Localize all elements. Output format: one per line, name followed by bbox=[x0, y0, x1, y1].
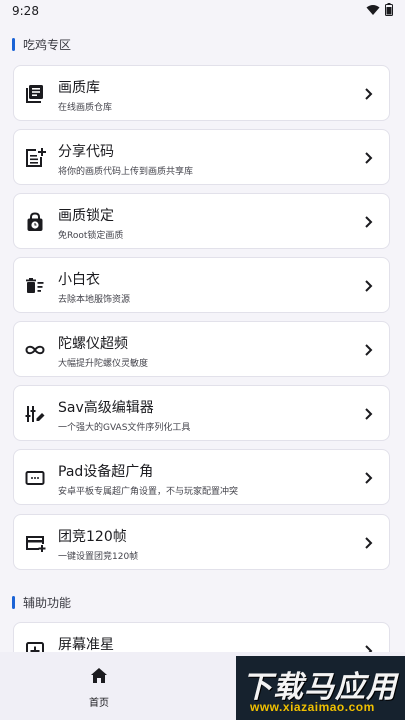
library-icon bbox=[24, 83, 46, 105]
section-header-game: 吃鸡专区 bbox=[12, 36, 71, 53]
card-description: 安卓平板专属超广角设置，不与玩家配置冲突 bbox=[58, 487, 239, 497]
section-header-assist: 辅助功能 bbox=[12, 594, 71, 611]
card-sav-editor[interactable]: Sav高级编辑器 一个强大的GVAS文件序列化工具 bbox=[13, 385, 390, 441]
card-quality-lock[interactable]: 画质锁定 免Root锁定画质 bbox=[13, 193, 390, 249]
card-add-icon bbox=[24, 532, 46, 554]
card-title: Pad设备超广角 bbox=[58, 464, 154, 480]
chevron-right-icon bbox=[361, 214, 375, 230]
tablet-dots-icon bbox=[24, 467, 46, 489]
chevron-right-icon bbox=[361, 470, 375, 486]
card-title: 团竞120帧 bbox=[58, 529, 127, 545]
card-pad-wide-angle[interactable]: Pad设备超广角 安卓平板专属超广角设置，不与玩家配置冲突 bbox=[13, 449, 390, 505]
status-bar: 9:28 bbox=[0, 0, 405, 22]
card-title: 画质锁定 bbox=[58, 208, 114, 224]
section-title: 吃鸡专区 bbox=[23, 38, 72, 52]
card-description: 一个强大的GVAS文件序列化工具 bbox=[58, 423, 191, 433]
nav-home-label: 首页 bbox=[89, 698, 109, 709]
battery-icon bbox=[385, 3, 393, 19]
infinity-icon bbox=[24, 339, 46, 361]
post-add-icon bbox=[24, 147, 46, 169]
chevron-right-icon bbox=[361, 342, 375, 358]
delete-sweep-icon bbox=[24, 275, 46, 297]
card-title: Sav高级编辑器 bbox=[58, 400, 154, 416]
card-description: 大幅提升陀螺仪灵敏度 bbox=[58, 359, 149, 369]
card-description: 将你的画质代码上传到画质共享库 bbox=[58, 167, 194, 177]
status-time: 9:28 bbox=[12, 4, 39, 18]
card-team-120fps[interactable]: 团竞120帧 一键设置团竞120帧 bbox=[13, 514, 390, 570]
card-title: 屏幕准星 bbox=[58, 637, 114, 653]
section-accent-bar bbox=[12, 596, 15, 609]
nav-home-tab[interactable]: 首页 bbox=[70, 652, 128, 720]
section-title: 辅助功能 bbox=[23, 596, 72, 610]
card-gyro-overclock[interactable]: 陀螺仪超频 大幅提升陀螺仪灵敏度 bbox=[13, 321, 390, 377]
lock-clock-icon bbox=[24, 211, 46, 233]
card-quality-library[interactable]: 画质库 在线画质仓库 bbox=[13, 65, 390, 121]
chevron-right-icon bbox=[361, 86, 375, 102]
section-accent-bar bbox=[12, 38, 15, 51]
wifi-icon bbox=[366, 4, 380, 19]
card-title: 分享代码 bbox=[58, 144, 114, 160]
card-title: 小白衣 bbox=[58, 272, 100, 288]
card-description: 在线画质仓库 bbox=[58, 103, 113, 113]
card-title: 画质库 bbox=[58, 80, 100, 96]
chevron-right-icon bbox=[361, 278, 375, 294]
chevron-right-icon bbox=[361, 150, 375, 166]
home-icon bbox=[89, 666, 109, 686]
edit-tool-icon bbox=[24, 403, 46, 425]
card-share-code[interactable]: 分享代码 将你的画质代码上传到画质共享库 bbox=[13, 129, 390, 185]
card-white-clothes[interactable]: 小白衣 去除本地服饰资源 bbox=[13, 257, 390, 313]
card-description: 一键设置团竞120帧 bbox=[58, 552, 139, 562]
card-description: 去除本地服饰资源 bbox=[58, 295, 131, 305]
watermark-logo: 下载马应用 www.xiazaimao.com bbox=[236, 656, 405, 720]
card-description: 免Root锁定画质 bbox=[58, 231, 124, 241]
chevron-right-icon bbox=[361, 535, 375, 551]
card-title: 陀螺仪超频 bbox=[58, 336, 128, 352]
watermark-url: www.xiazaimao.com bbox=[250, 700, 375, 714]
chevron-right-icon bbox=[361, 406, 375, 422]
